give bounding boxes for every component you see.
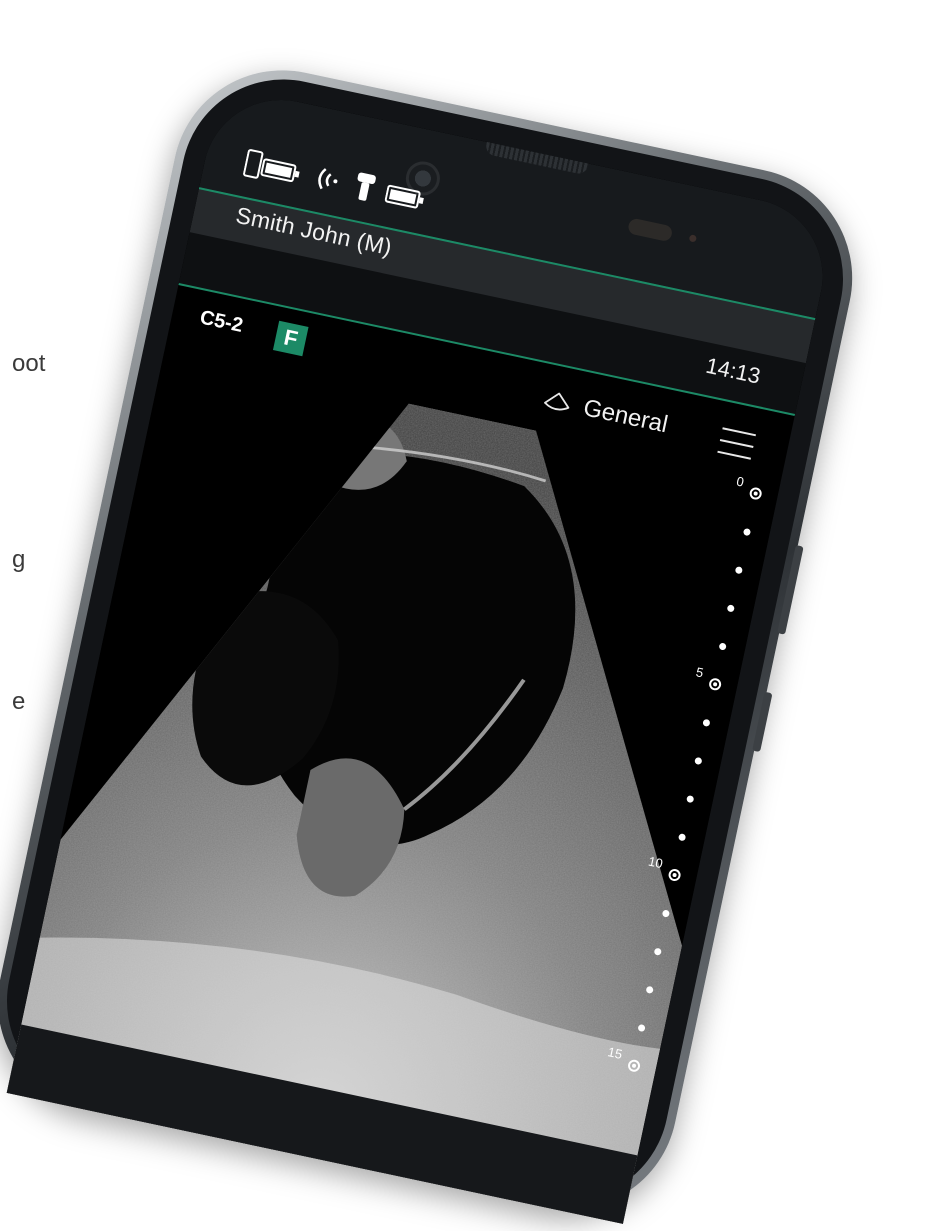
depth-tick-5 bbox=[708, 677, 723, 692]
depth-minor-dot bbox=[677, 833, 687, 842]
probe-icon bbox=[357, 172, 376, 201]
depth-minor-dot bbox=[742, 527, 752, 537]
depth-minor-dot bbox=[661, 909, 671, 918]
depth-minor-dot bbox=[645, 985, 654, 995]
depth-minor-dot bbox=[637, 1023, 646, 1033]
convex-probe-outline-icon bbox=[544, 392, 570, 411]
probe-model: C5-2 bbox=[197, 306, 245, 337]
app-screen: Smith John (M) 14:13 C5-2 F General 0 5 … bbox=[6, 85, 838, 1224]
frequency-badge[interactable]: F bbox=[272, 320, 309, 357]
depth-minor-dot bbox=[734, 566, 744, 575]
depth-tick-10 bbox=[667, 867, 682, 883]
depth-label-15: 15 bbox=[606, 1044, 624, 1062]
depth-minor-dot bbox=[694, 756, 703, 766]
phone-battery-icon bbox=[243, 149, 300, 183]
background-text-1: oot bbox=[12, 350, 46, 377]
background-text-3: e bbox=[12, 688, 26, 715]
depth-minor-dot bbox=[718, 642, 727, 651]
phone-device: Smith John (M) 14:13 C5-2 F General 0 5 … bbox=[0, 49, 873, 1231]
depth-minor-dot bbox=[702, 718, 711, 727]
depth-tick-15 bbox=[626, 1058, 642, 1073]
sensor-led bbox=[688, 234, 697, 243]
depth-minor-dot bbox=[726, 604, 735, 613]
depth-minor-dot bbox=[653, 947, 662, 956]
wireless-signal-icon bbox=[318, 168, 338, 190]
depth-label-10: 10 bbox=[646, 853, 665, 872]
hamburger-menu-icon[interactable] bbox=[717, 427, 756, 460]
proximity-sensor bbox=[627, 217, 674, 243]
preset-selector[interactable]: General bbox=[540, 386, 670, 440]
background-text-2: g bbox=[12, 546, 26, 573]
preset-label: General bbox=[581, 394, 671, 439]
probe-battery-icon bbox=[384, 184, 424, 209]
depth-label-5: 5 bbox=[694, 664, 705, 681]
depth-minor-dot bbox=[686, 794, 695, 804]
